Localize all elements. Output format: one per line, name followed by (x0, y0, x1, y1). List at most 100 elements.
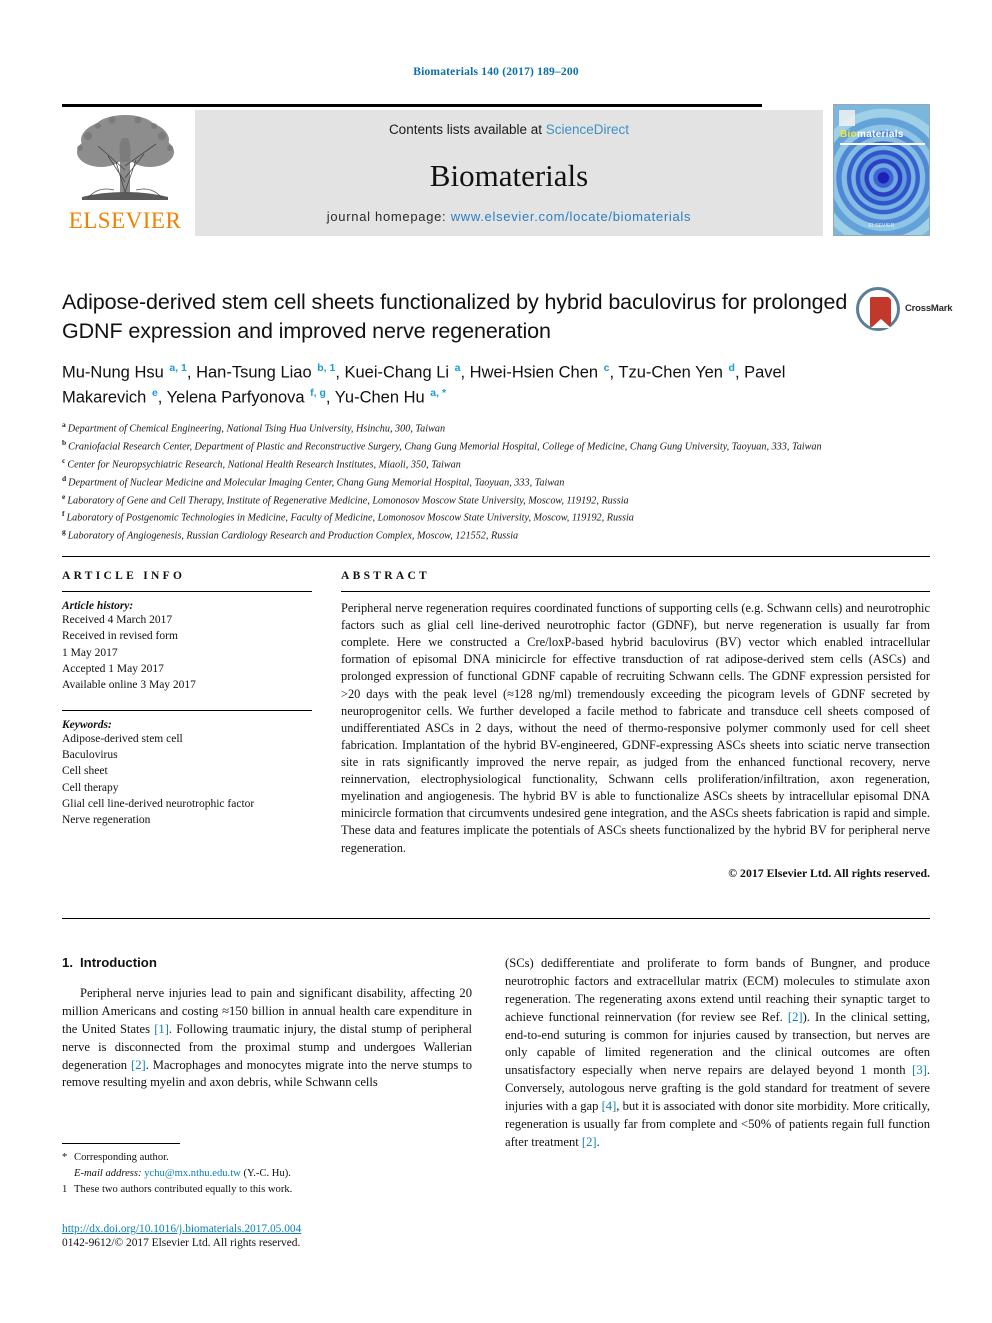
doi-link[interactable]: http://dx.doi.org/10.1016/j.biomaterials… (62, 1223, 492, 1235)
affiliation-item: e Laboratory of Gene and Cell Therapy, In… (62, 491, 922, 509)
footnote-rule (62, 1143, 180, 1144)
cover-publisher-mark (839, 110, 855, 126)
author-separator: , (734, 363, 745, 382)
author-affiliation-marker: a, * (430, 386, 447, 399)
title-block: Adipose-derived stem cell sheets functio… (62, 288, 852, 410)
affiliation-item: b Craniofacial Research Center, Departmen… (62, 437, 922, 455)
footer-doi-block: http://dx.doi.org/10.1016/j.biomaterials… (62, 1223, 492, 1249)
intro-right-e: . (596, 1134, 600, 1149)
affiliation-text: Department of Chemical Engineering, Nati… (67, 423, 446, 435)
body-column-left: 1. Introduction Peripheral nerve injuries… (62, 955, 472, 1092)
cover-title-rest: materials (857, 129, 904, 140)
citation-ref-3[interactable]: [3] (912, 1063, 927, 1077)
author-affiliation-marker: a (454, 362, 461, 375)
affiliation-text: Craniofacial Research Center, Department… (68, 441, 822, 453)
band-bottom-rule (62, 918, 930, 919)
article-history-line: Received 4 March 2017 (62, 614, 173, 626)
author-affiliation-marker: f, g (310, 386, 326, 399)
affiliation-text: Laboratory of Gene and Cell Therapy, Ins… (67, 494, 629, 506)
author-affiliation-marker: e (151, 386, 158, 399)
author-name: Tzu-Chen Yen (618, 363, 728, 382)
crossmark-icon (856, 287, 900, 331)
section-heading-introduction: 1. Introduction (62, 955, 472, 970)
abstract-rule (341, 591, 930, 592)
journal-cover-thumbnail: Biomaterials ELSEVIER (833, 104, 930, 236)
footnote-corresponding: * Corresponding author. (62, 1150, 472, 1166)
abstract-copyright: © 2017 Elsevier Ltd. All rights reserved… (728, 865, 930, 880)
author-name: Han-Tsung Liao (196, 363, 317, 382)
email-owner: (Y.-C. Hu). (243, 1167, 291, 1179)
abstract-column: ABSTRACT Peripheral nerve regeneration r… (341, 570, 930, 881)
article-info-rule (62, 591, 312, 592)
author-affiliation-marker: a, 1 (169, 362, 187, 375)
author-affiliation-marker: b, 1 (317, 362, 336, 375)
article-history-lines: Received 4 March 2017 Received in revised… (62, 612, 312, 694)
email-label: E-mail address: (74, 1167, 142, 1179)
affiliation-text: Laboratory of Postgenomic Technologies i… (66, 512, 634, 524)
crossmark-book-shape (870, 297, 891, 327)
journal-masthead: ELSEVIER Contents lists available at Sci… (62, 104, 930, 236)
citation-ref-4[interactable]: [4] (602, 1099, 617, 1113)
band-top-rule (62, 556, 930, 557)
keyword-item: Baculovirus (62, 748, 118, 761)
citation-ref-2b[interactable]: [2] (788, 1010, 803, 1024)
author-name: Yu-Chen Hu (334, 388, 430, 407)
cover-title-first: Bio (840, 129, 858, 140)
affiliation-item: a Department of Chemical Engineering, Nat… (62, 419, 922, 437)
affiliation-list: a Department of Chemical Engineering, Nat… (62, 419, 922, 544)
keyword-item: Cell sheet (62, 765, 108, 778)
keyword-item: Cell therapy (62, 781, 119, 794)
keyword-item: Adipose-derived stem cell (62, 732, 183, 745)
contents-band: Contents lists available at ScienceDirec… (195, 110, 823, 236)
affiliation-item: d Department of Nuclear Medicine and Mole… (62, 473, 922, 491)
author-name: Hwei-Hsien Chen (469, 363, 603, 382)
affiliation-text: Laboratory of Angiogenesis, Russian Card… (67, 530, 519, 542)
journal-homepage-link[interactable]: www.elsevier.com/locate/biomaterials (451, 209, 692, 224)
abstract-heading: ABSTRACT (341, 570, 431, 582)
affiliation-text: Center for Neuropsychiatric Research, Na… (67, 459, 461, 471)
footnote-marker-star: * (62, 1152, 68, 1163)
footnote-block: * Corresponding author. E-mail address: y… (62, 1143, 472, 1198)
keywords-lines: Adipose-derived stem cell Baculovirus Cell… (62, 731, 312, 829)
journal-title: Biomaterials (429, 158, 589, 193)
author-list: Mu-Nung Hsu a, 1, Han-Tsung Liao b, 1, K… (62, 361, 852, 410)
citation-ref-2c[interactable]: [2] (582, 1135, 597, 1149)
author-separator: , (186, 363, 197, 382)
article-history-label: Article history: (62, 600, 134, 612)
body-column-right: (SCs) dedifferentiate and proliferate to… (505, 955, 930, 1152)
article-history-line: Received in revised form (62, 630, 178, 643)
contents-available-line: Contents lists available at ScienceDirec… (195, 122, 823, 137)
footnote-marker-one: 1 (62, 1183, 68, 1195)
author-separator: , (325, 388, 335, 407)
author-name: Mu-Nung Hsu (62, 363, 169, 382)
footnote-equal-text: These two authors contributed equally to… (74, 1183, 293, 1195)
running-head: Biomaterials 140 (2017) 189–200 (413, 66, 579, 78)
article-info-heading: ARTICLE INFO (62, 570, 186, 582)
keyword-item: Glial cell line-derived neurotrophic fac… (62, 797, 255, 810)
intro-paragraph-right: (SCs) dedifferentiate and proliferate to… (505, 955, 930, 1152)
page-title: Adipose-derived stem cell sheets functio… (62, 290, 848, 343)
elsevier-wordmark: ELSEVIER (68, 208, 182, 233)
citation-ref-2[interactable]: [2] (131, 1058, 146, 1072)
elsevier-logo: ELSEVIER (62, 110, 188, 236)
author-separator: , (335, 363, 345, 382)
section-number: 1. (62, 955, 73, 970)
cover-underline (840, 143, 925, 145)
article-history-line: Available online 3 May 2017 (62, 679, 196, 692)
email-link[interactable]: ychu@mx.nthu.edu.tw (144, 1168, 241, 1179)
footnote-equal-contribution: 1 These two authors contributed equally t… (62, 1182, 472, 1198)
author-separator: , (460, 363, 470, 382)
elsevier-tree-icon (77, 115, 174, 200)
crossmark-badge-group[interactable]: CrossMark (856, 287, 953, 335)
homepage-prefix: journal homepage: (326, 209, 451, 224)
keyword-item: Nerve regeneration (62, 814, 151, 827)
footnote-email: E-mail address: ychu@mx.nthu.edu.tw (Y.-… (62, 1166, 472, 1182)
cover-title: Biomaterials (840, 129, 904, 140)
author-affiliation-marker: d (728, 362, 735, 375)
citation-ref-1[interactable]: [1] (154, 1022, 169, 1036)
masthead-top-rule (62, 104, 762, 107)
section-title: Introduction (80, 955, 157, 970)
sciencedirect-link[interactable]: ScienceDirect (546, 122, 629, 137)
affiliation-item: g Laboratory of Angiogenesis, Russian Car… (62, 526, 922, 544)
article-info-column: ARTICLE INFO Article history: Received 4… (62, 570, 312, 829)
